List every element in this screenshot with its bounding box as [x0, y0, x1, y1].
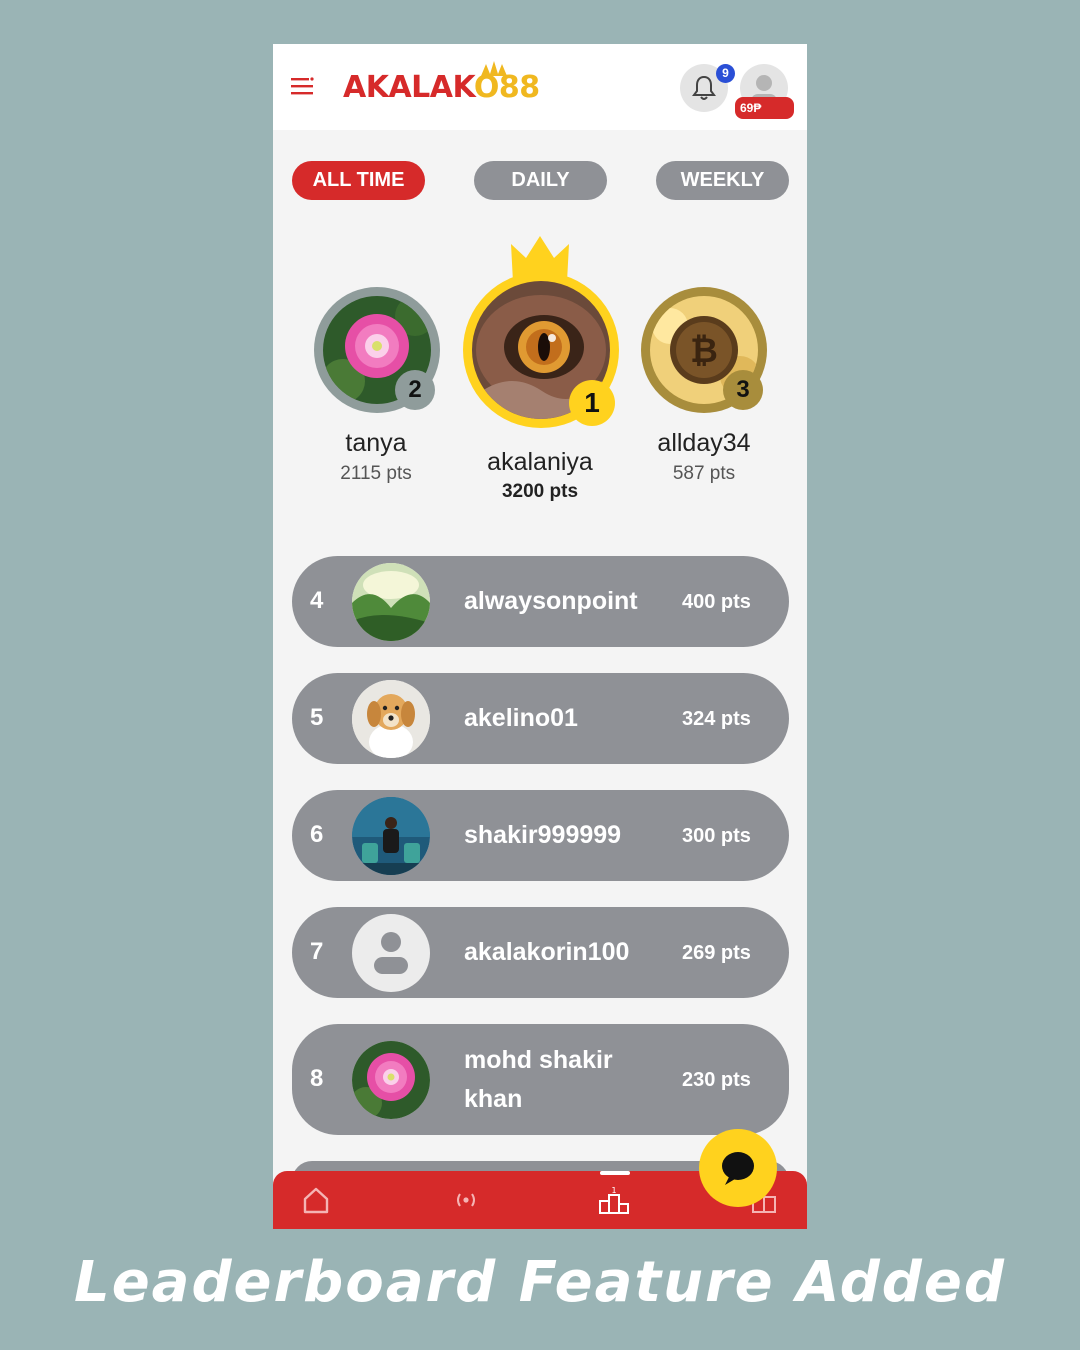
menu-icon[interactable]: [291, 76, 315, 96]
leaderboard-row-7[interactable]: 7 akalakorin100 269 pts: [292, 907, 789, 998]
tab-all-time[interactable]: ALL TIME: [292, 161, 425, 200]
row-rank: 7: [310, 938, 324, 965]
app-header: AKALAKO88 9 69₱: [273, 44, 807, 130]
home-icon[interactable]: [301, 1185, 331, 1215]
notification-count-badge: 9: [716, 64, 735, 83]
leaderboard-row-8[interactable]: 8 mohd shakir khan 230 pts: [292, 1024, 789, 1135]
row-username: mohd shakir khan: [464, 1046, 613, 1113]
leaderboard-row-4[interactable]: 4 alwaysonpoint 400 pts: [292, 556, 789, 647]
default-user-icon: [374, 932, 408, 974]
row-username: akelino01: [464, 704, 578, 732]
row-avatar: [352, 797, 430, 875]
tab-weekly[interactable]: WEEKLY: [656, 161, 789, 200]
row-avatar: [352, 680, 430, 758]
svg-text:₿: ₿: [690, 331, 718, 371]
golden-retriever-dog-image: [352, 680, 430, 758]
leaderboard-row-6[interactable]: 6 shakir999999 300 pts: [292, 790, 789, 881]
logo-sunburst-icon: [481, 61, 507, 76]
podium-name-1: akalaniya: [487, 448, 593, 476]
leaderboard-icon[interactable]: 1: [599, 1185, 629, 1215]
row-avatar: [352, 563, 430, 641]
row-points: 230 pts: [682, 1069, 751, 1091]
active-tab-indicator: [600, 1171, 630, 1175]
phone-screen: AKALAKO88 9 69₱ ALL TIME DAILY WEEKLY 2 …: [273, 44, 807, 1229]
row-avatar: [352, 914, 430, 992]
leaderboard-row-5[interactable]: 5 akelino01 324 pts: [292, 673, 789, 764]
row-points: 324 pts: [682, 708, 751, 730]
podium-points-3: 587 pts: [672, 463, 736, 484]
row-points: 300 pts: [682, 825, 751, 847]
podium-rank-badge-2: 2: [395, 370, 435, 410]
chat-button[interactable]: [699, 1129, 777, 1207]
podium-rank-badge-3: 3: [723, 370, 763, 410]
row-username: shakir999999: [464, 821, 622, 849]
forest-landscape-image: [352, 563, 430, 641]
podium-name-3: allday34: [657, 429, 751, 457]
bell-icon: [692, 75, 716, 100]
row-rank: 5: [310, 704, 324, 731]
row-rank: 8: [310, 1065, 324, 1092]
svg-text:1: 1: [611, 1186, 616, 1195]
podium-points-2: 2115 pts: [340, 463, 412, 484]
promo-caption: Leaderboard Feature Added: [74, 1250, 1006, 1315]
row-rank: 6: [310, 821, 324, 848]
row-points: 400 pts: [682, 591, 751, 613]
chat-bubble-icon: [722, 1152, 754, 1185]
row-username: alwaysonpoint: [464, 587, 638, 615]
row-username: akalakorin100: [464, 938, 630, 966]
podium-name-2: tanya: [345, 429, 407, 457]
tab-daily[interactable]: DAILY: [474, 161, 607, 200]
pink-flower-image: [352, 1041, 430, 1119]
person-in-lounge-image: [352, 797, 430, 875]
coins-balance-badge: 69₱: [735, 97, 794, 119]
row-avatar: [352, 1041, 430, 1119]
podium-points-1: 3200 pts: [501, 481, 579, 502]
podium-rank-badge-1: 1: [569, 380, 615, 426]
row-rank: 4: [310, 587, 324, 614]
row-points: 269 pts: [682, 942, 751, 964]
live-broadcast-icon[interactable]: [451, 1185, 481, 1215]
